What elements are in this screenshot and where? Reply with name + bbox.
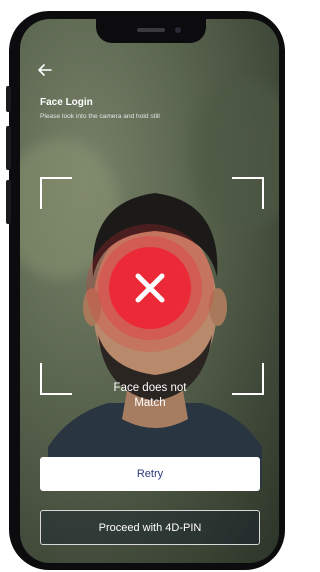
front-camera <box>175 27 181 33</box>
retry-button[interactable]: Retry <box>40 457 260 491</box>
phone-side-button <box>6 180 11 224</box>
face-match-status: Face does not Match <box>113 382 187 409</box>
scan-frame-corner <box>232 177 264 209</box>
page-title: Face Login <box>40 97 93 108</box>
arrow-left-icon[interactable] <box>37 63 53 77</box>
phone-side-button <box>6 86 11 112</box>
retry-button-label: Retry <box>136 468 164 480</box>
face-login-screen: Face Login Please look into the camera a… <box>20 19 279 563</box>
phone-side-button <box>6 126 11 170</box>
scan-frame-corner <box>40 177 72 209</box>
page-subtitle: Please look into the camera and hold sti… <box>40 113 160 120</box>
proceed-with-pin-label: Proceed with 4D-PIN <box>98 521 202 534</box>
close-icon <box>135 273 165 303</box>
proceed-with-pin-button[interactable]: Proceed with 4D-PIN <box>40 510 260 545</box>
phone-notch <box>96 19 206 43</box>
speaker-grille <box>137 28 165 32</box>
